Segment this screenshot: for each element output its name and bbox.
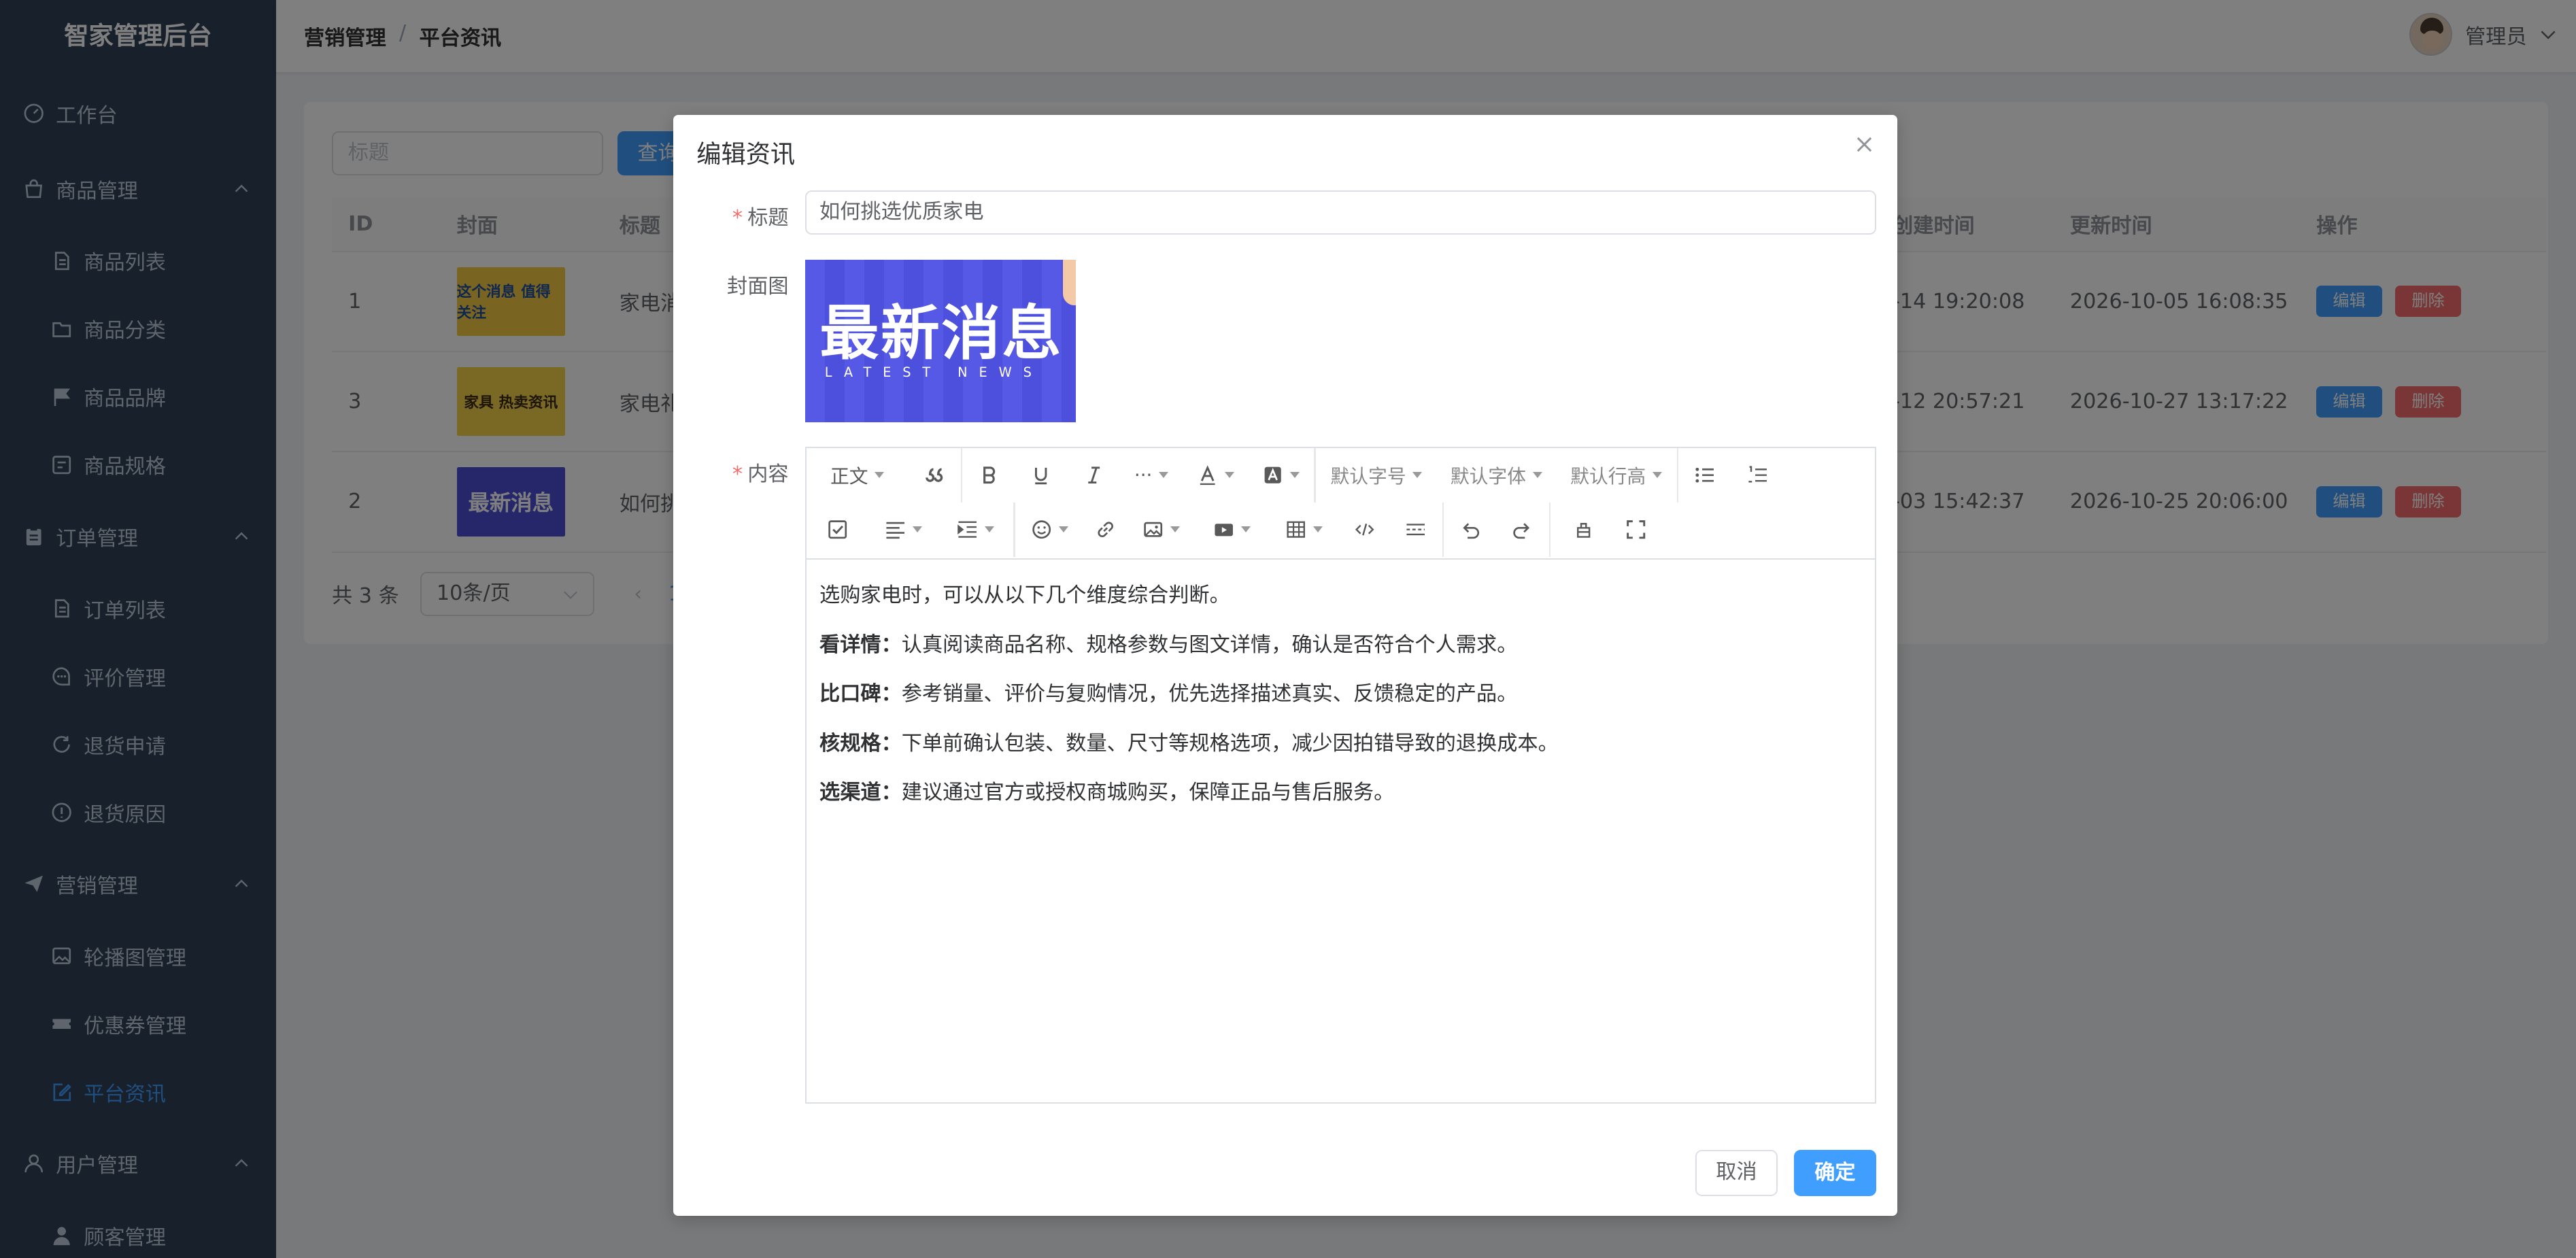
cover-field-label: 封面图 (727, 275, 789, 299)
close-icon[interactable] (1854, 135, 1874, 154)
edit-news-dialog: 编辑资讯 * 标题 如何挑选优质家电 封面图 最新消息 LATEST NEWS *… (673, 115, 1898, 1216)
content-paragraph: 看详情：认真阅读商品名称、规格参数与图文详情，确认是否符合个人需求。 (819, 632, 1518, 657)
font-size-select[interactable]: 默认字号 (1316, 448, 1438, 503)
cancel-button[interactable]: 取消 (1695, 1150, 1778, 1196)
more-formats-menu[interactable]: ··· (1120, 448, 1183, 503)
code-icon[interactable] (1340, 503, 1389, 557)
fullscreen-icon[interactable] (1616, 503, 1656, 557)
underline-icon[interactable] (1015, 448, 1067, 503)
content-paragraph: 选渠道：建议通过官方或授权商城购买，保障正品与售后服务。 (819, 781, 1395, 805)
editor-content[interactable]: 选购家电时，可以从以下几个维度综合判断。 看详情：认真阅读商品名称、规格参数与图… (807, 560, 1875, 852)
heading-select[interactable]: 正文 (807, 448, 909, 503)
table-icon[interactable] (1268, 503, 1340, 557)
editor-toolbar: 正文 ··· 默认字号 默认字体 默认行高 (806, 448, 1875, 560)
redo-icon[interactable] (1496, 503, 1548, 557)
link-icon[interactable] (1084, 503, 1127, 557)
cover-image-decoration (1062, 259, 1077, 306)
confirm-button[interactable]: 确定 (1794, 1150, 1876, 1196)
title-field-label: * 标题 (732, 205, 789, 230)
italic-icon[interactable] (1068, 448, 1120, 503)
font-color-icon[interactable] (1183, 448, 1249, 503)
emoji-icon[interactable] (1015, 503, 1084, 557)
content-paragraph: 比口碑：参考销量、评价与复购情况，优先选择描述真实、反馈稳定的产品。 (819, 682, 1518, 707)
indent-icon[interactable] (938, 503, 1013, 557)
cover-image-headline: 最新消息 (819, 299, 1063, 369)
divider-line-icon[interactable] (1389, 503, 1442, 557)
clear-format-icon[interactable] (1550, 503, 1616, 557)
line-height-select[interactable]: 默认行高 (1555, 448, 1677, 503)
content-intro: 选购家电时，可以从以下几个维度综合判断。 (819, 583, 1230, 608)
cover-image-upload[interactable]: 最新消息 LATEST NEWS (804, 259, 1077, 422)
numbered-list-icon[interactable] (1731, 448, 1784, 503)
align-icon[interactable] (869, 503, 938, 557)
blockquote-icon[interactable] (908, 448, 960, 503)
rich-text-editor: 正文 ··· 默认字号 默认字体 默认行高 选购家电时，可以从以下几个维度综合判… (804, 447, 1876, 1104)
font-family-select[interactable]: 默认字体 (1437, 448, 1555, 503)
todo-checkbox-icon[interactable] (807, 503, 869, 557)
content-paragraph: 核规格：下单前确认包装、数量、尺寸等规格选项，减少因拍错导致的退换成本。 (819, 731, 1559, 755)
bulleted-list-icon[interactable] (1678, 448, 1731, 503)
cover-image-subtitle: LATEST NEWS (824, 364, 1043, 381)
bold-icon[interactable] (962, 448, 1015, 503)
dialog-title: 编辑资讯 (696, 139, 796, 169)
undo-icon[interactable] (1444, 503, 1496, 557)
title-field[interactable]: 如何挑选优质家电 (804, 190, 1876, 235)
background-color-icon[interactable] (1249, 448, 1315, 503)
video-icon[interactable] (1196, 503, 1268, 557)
content-field-label: * 内容 (732, 462, 789, 486)
image-icon[interactable] (1127, 503, 1196, 557)
